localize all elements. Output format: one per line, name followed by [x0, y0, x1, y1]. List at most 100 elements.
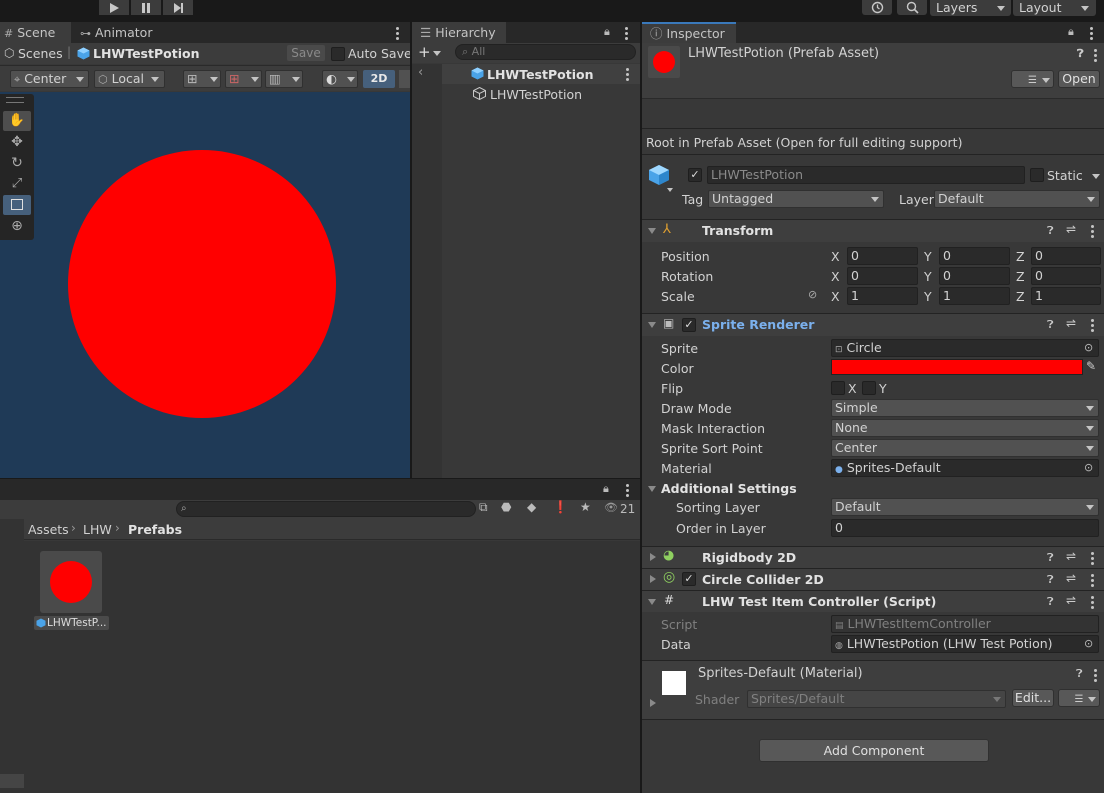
transform-tool-icon[interactable]: ⊕ — [3, 216, 31, 236]
save-button[interactable]: Save — [287, 45, 325, 61]
script-component-header[interactable]: # LHW Test Item Controller (Script) ❓︎ ⇌ — [642, 591, 1104, 612]
layers-dropdown[interactable]: Layers — [930, 0, 1011, 16]
foldout-icon[interactable] — [650, 699, 656, 707]
additional-settings-foldout[interactable]: Additional Settings — [661, 481, 797, 496]
preset-icon[interactable]: ⇌ — [1066, 316, 1076, 330]
color-swatch[interactable] — [831, 359, 1083, 375]
pivot-dropdown[interactable]: ⌖ Center — [10, 70, 89, 88]
sprite-renderer-enabled-checkbox[interactable]: ✓ — [682, 318, 696, 332]
transform-position-z-field[interactable]: 0 — [1031, 247, 1101, 265]
help-icon[interactable]: ❓︎ — [1047, 573, 1054, 587]
component-menu-icon[interactable] — [1091, 319, 1094, 334]
hierarchy-menu-icon[interactable] — [625, 27, 628, 42]
inspector-menu-icon[interactable] — [1090, 27, 1093, 42]
preset-icon[interactable]: ⇌ — [1066, 549, 1076, 563]
object-picker-icon[interactable]: ⊙ — [1084, 636, 1093, 652]
select-dropdown-button[interactable]: ☰ — [1011, 70, 1054, 88]
red-circle-sprite[interactable] — [68, 150, 336, 418]
sorting-layer-dropdown[interactable]: Default — [831, 498, 1099, 516]
transform-rotation-y-field[interactable]: 0 — [939, 267, 1010, 285]
asset-name-row[interactable]: LHWTestP... — [34, 616, 109, 630]
layer-dropdown[interactable]: Default — [934, 190, 1100, 208]
asset-thumbnail[interactable] — [40, 551, 102, 613]
material-field[interactable]: ● Sprites-Default ⊙ — [831, 459, 1099, 477]
help-icon[interactable]: ❓︎ — [1047, 551, 1054, 565]
lighting-toggle[interactable] — [399, 70, 410, 88]
transform-header[interactable]: ⅄ Transform ❓︎ ⇌ — [642, 220, 1104, 242]
data-field[interactable]: ◍ LHWTestPotion (LHW Test Potion) ⊙ — [831, 635, 1099, 653]
edit-shader-button[interactable]: Edit... — [1012, 689, 1054, 707]
preset-icon[interactable]: ⇌ — [1066, 571, 1076, 585]
pause-button[interactable] — [131, 0, 161, 15]
scene-menu-icon[interactable] — [396, 27, 399, 42]
hand-tool-icon[interactable]: ✋ — [3, 111, 31, 131]
sprite-field[interactable]: ⊡ Circle ⊙ — [831, 339, 1099, 357]
flip-x-checkbox[interactable] — [831, 381, 845, 395]
breadcrumb-assets[interactable]: Assets — [28, 522, 69, 537]
component-menu-icon[interactable] — [1091, 596, 1094, 611]
tab-animator[interactable]: ⊶ Animator — [74, 22, 154, 43]
2d-mode-toggle[interactable]: 2D — [363, 70, 395, 88]
breadcrumb-prefab[interactable]: LHWTestPotion — [93, 46, 199, 61]
move-tool-icon[interactable]: ✥ — [3, 132, 31, 152]
rect-tool-icon[interactable] — [3, 195, 31, 215]
tag-dropdown[interactable]: Untagged — [708, 190, 884, 208]
shader-dropdown[interactable]: Sprites/Default — [747, 690, 1006, 708]
filter-label-icon[interactable]: ◆ — [527, 500, 536, 514]
step-button[interactable] — [163, 0, 193, 15]
transform-position-x-field[interactable]: 0 — [847, 247, 918, 265]
transform-position-y-field[interactable]: 0 — [939, 247, 1010, 265]
filter-warning-icon[interactable]: ❗ — [553, 500, 568, 514]
static-checkbox[interactable] — [1030, 168, 1044, 182]
open-prefab-button[interactable]: Open — [1058, 70, 1100, 88]
breadcrumb-prefabs[interactable]: Prefabs — [128, 522, 182, 537]
shader-options-button[interactable]: ☰ — [1058, 689, 1100, 707]
hierarchy-search-input[interactable]: ⌕ All — [455, 44, 636, 60]
lock-icon[interactable]: 🔒︎ — [1068, 25, 1074, 39]
preset-icon[interactable]: ⇌ — [1066, 222, 1076, 236]
lock-icon[interactable]: 🔒︎ — [604, 25, 610, 39]
grid-snap-dropdown[interactable]: ⊞ — [183, 70, 221, 88]
active-checkbox[interactable]: ✓ — [688, 168, 702, 182]
help-icon[interactable]: ❓︎ — [1077, 47, 1084, 61]
increment-snap-dropdown[interactable]: ▥ — [265, 70, 303, 88]
chevron-down-icon[interactable] — [667, 188, 673, 192]
project-folder-tree[interactable] — [0, 519, 24, 793]
palette-grip[interactable] — [6, 97, 24, 103]
collider-enabled-checkbox[interactable]: ✓ — [682, 572, 696, 586]
hierarchy-row-root[interactable]: LHWTestPotion — [442, 64, 640, 84]
tree-scrollbar[interactable] — [0, 774, 24, 788]
hierarchy-row-child[interactable]: LHWTestPotion — [442, 84, 640, 104]
play-button[interactable] — [99, 0, 129, 15]
breadcrumb-lhw[interactable]: LHW — [83, 522, 112, 537]
help-icon[interactable]: ❓︎ — [1047, 318, 1054, 332]
object-picker-icon[interactable]: ⊙ — [1084, 460, 1093, 476]
order-in-layer-field[interactable]: 0 — [831, 519, 1099, 537]
circle-collider-header[interactable]: ◎ ✓ Circle Collider 2D ❓︎ ⇌ — [642, 569, 1104, 590]
space-dropdown[interactable]: ⬡ Local — [94, 70, 165, 88]
tab-scene[interactable]: # Scene — [0, 22, 71, 43]
scene-canvas[interactable] — [0, 92, 410, 478]
mask-interaction-dropdown[interactable]: None — [831, 419, 1099, 437]
search-filter-icon[interactable]: ⧉ — [479, 500, 488, 515]
object-picker-icon[interactable]: ⊙ — [1084, 340, 1093, 356]
transform-scale-z-field[interactable]: 1 — [1031, 287, 1101, 305]
grid-visibility-dropdown[interactable]: ⊞ — [225, 70, 262, 88]
help-icon[interactable]: ❓︎ — [1047, 595, 1054, 609]
panel-splitter[interactable] — [640, 22, 642, 793]
breadcrumb-scenes[interactable]: Scenes — [18, 46, 63, 61]
add-icon[interactable]: + — [418, 43, 431, 61]
scene-viewport[interactable]: ✋ ✥ ↻ ⤢ ⊕ — [0, 92, 410, 478]
back-arrow-icon[interactable]: ‹ — [418, 65, 423, 80]
component-menu-icon[interactable] — [1091, 574, 1094, 589]
layout-dropdown[interactable]: Layout — [1013, 0, 1096, 16]
constrain-proportions-icon[interactable]: ⊘ — [808, 288, 817, 301]
autosave-checkbox[interactable] — [331, 47, 345, 61]
lock-icon[interactable]: 🔒︎ — [603, 482, 609, 496]
transform-rotation-x-field[interactable]: 0 — [847, 267, 918, 285]
chevron-down-icon[interactable] — [1092, 174, 1100, 179]
draw-mode-dropdown[interactable]: Simple — [831, 399, 1099, 417]
component-menu-icon[interactable] — [1091, 552, 1094, 567]
object-name-field[interactable]: LHWTestPotion — [707, 166, 1025, 184]
panel-splitter[interactable] — [0, 478, 640, 479]
